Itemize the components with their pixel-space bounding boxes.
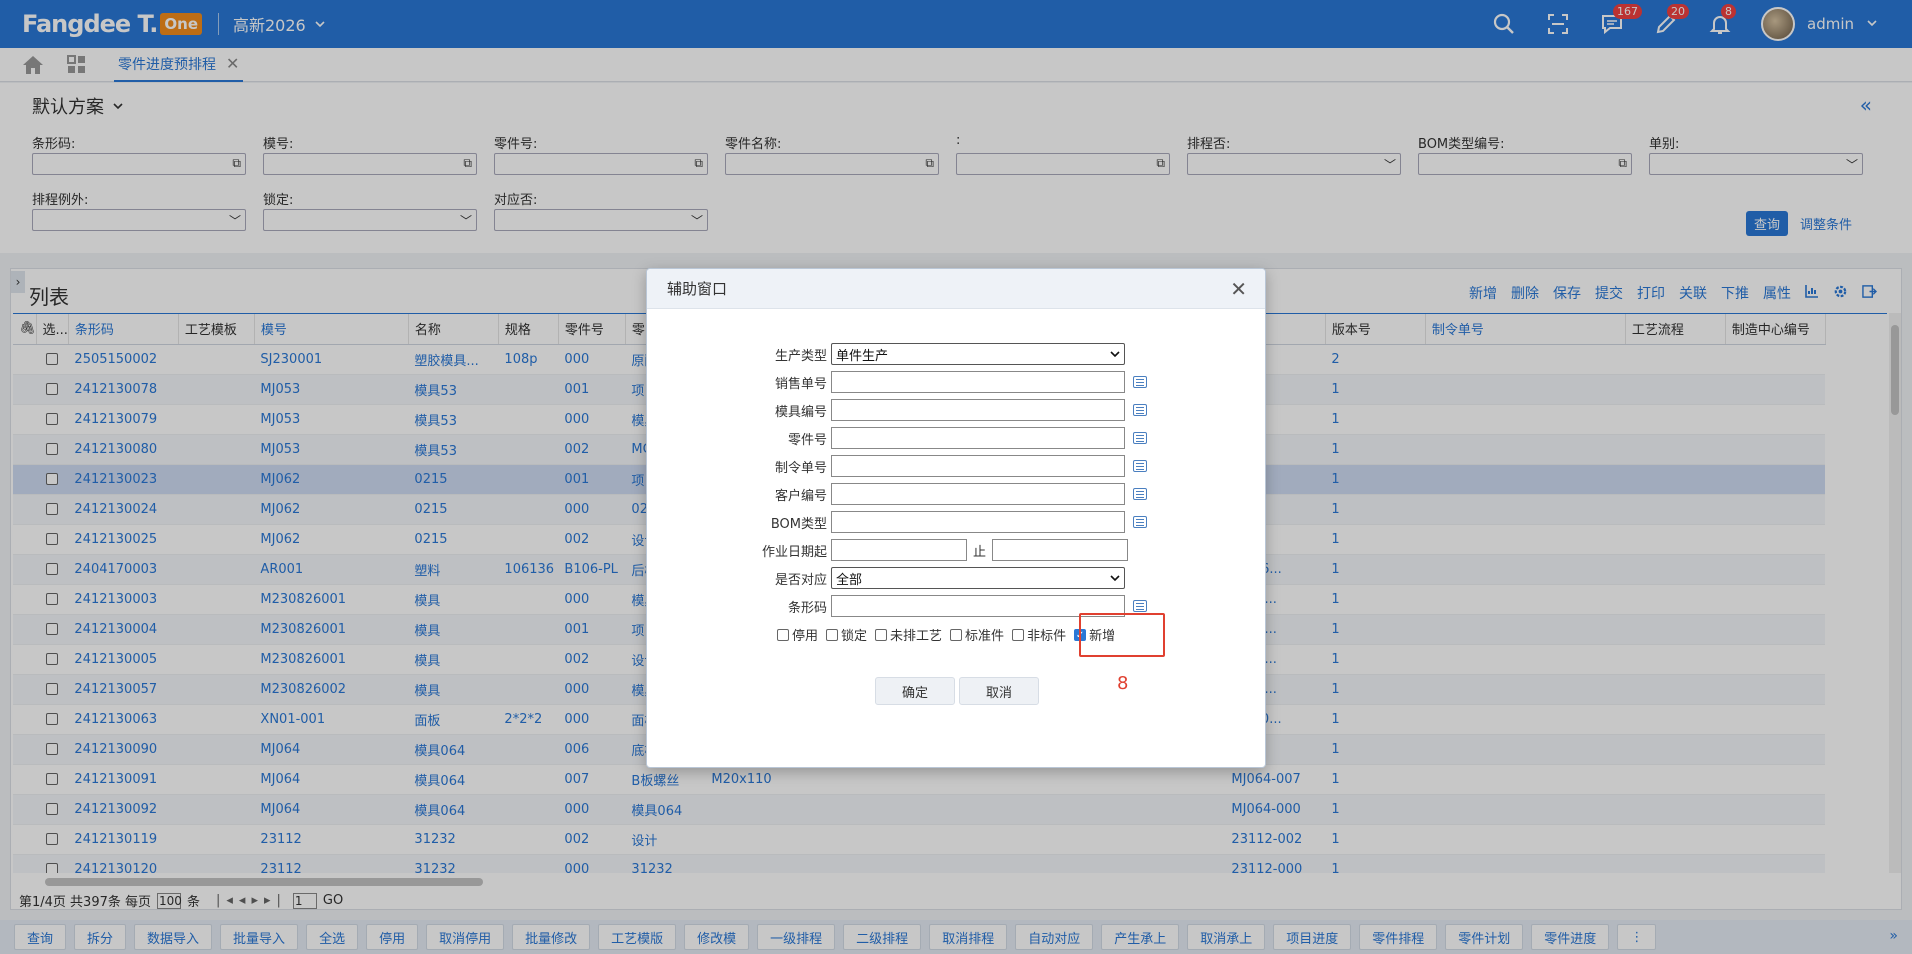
date-start-input[interactable] <box>831 539 967 561</box>
row-bom-type: BOM类型 <box>697 511 1147 533</box>
check-label: 标准件 <box>965 629 1005 644</box>
check-label: 停用 <box>792 629 819 644</box>
work-order-input[interactable] <box>831 455 1125 477</box>
checkbox[interactable] <box>875 628 888 641</box>
is-matched-select[interactable]: 全部 <box>831 567 1125 589</box>
checkbox[interactable] <box>777 628 789 641</box>
label-barcode: 条形码 <box>787 600 827 616</box>
checkbox[interactable] <box>1012 628 1025 641</box>
row-sales-order: 销售单号 <box>697 371 1147 393</box>
annotation-number: 8 <box>1117 673 1129 694</box>
check-no-process[interactable]: 未排工艺 <box>875 625 942 644</box>
label-sales-order: 销售单号 <box>774 376 827 392</box>
label-bom-type: BOM类型 <box>770 516 827 532</box>
check-disabled[interactable]: 停用 <box>777 625 818 644</box>
label-work-date: 作业日期起 <box>761 544 827 560</box>
option-checkboxes: 停用 锁定 未排工艺 标准件 非标件 ✓ 新增 <box>777 625 1115 644</box>
checkbox[interactable] <box>950 628 963 641</box>
label-work-order: 制令单号 <box>774 460 827 476</box>
label-part-no: 零件号 <box>787 432 827 448</box>
cancel-button[interactable]: 取消 <box>959 677 1039 705</box>
checkbox[interactable] <box>826 628 839 641</box>
production-type-select[interactable]: 单件生产 <box>831 343 1125 365</box>
check-locked[interactable]: 锁定 <box>826 625 867 644</box>
row-is-matched: 是否对应 全部 <box>697 567 1125 589</box>
row-part-no: 零件号 <box>697 427 1147 449</box>
date-separator: 止 <box>973 544 987 560</box>
list-picker-icon[interactable] <box>1133 460 1147 472</box>
check-label: 非标件 <box>1027 629 1067 644</box>
label-is-matched: 是否对应 <box>774 572 827 588</box>
customer-code-input[interactable] <box>831 483 1125 505</box>
check-label: 未排工艺 <box>890 629 943 644</box>
confirm-button[interactable]: 确定 <box>875 677 955 705</box>
row-customer-code: 客户编号 <box>697 483 1147 505</box>
label-mold-code: 模具编号 <box>774 404 827 420</box>
date-end-input[interactable] <box>992 539 1129 561</box>
list-picker-icon[interactable] <box>1133 432 1147 444</box>
production-type-value: 单件生产 <box>836 348 889 364</box>
highlight-box <box>1079 613 1165 657</box>
close-icon[interactable]: ✕ <box>1230 277 1247 301</box>
sales-order-input[interactable] <box>831 371 1125 393</box>
chevron-down-icon <box>1110 575 1120 582</box>
row-work-order: 制令单号 <box>697 455 1147 477</box>
row-work-date: 作业日期起 止 <box>697 539 1129 561</box>
label-production-type: 生产类型 <box>774 348 827 364</box>
check-standard-part[interactable]: 标准件 <box>950 625 1004 644</box>
list-picker-icon[interactable] <box>1133 488 1147 500</box>
list-picker-icon[interactable] <box>1133 600 1147 612</box>
check-label: 锁定 <box>841 629 868 644</box>
mold-code-input[interactable] <box>831 399 1125 421</box>
list-picker-icon[interactable] <box>1133 376 1147 388</box>
list-picker-icon[interactable] <box>1133 404 1147 416</box>
dialog-header: 辅助窗口 <box>647 269 1265 309</box>
chevron-down-icon <box>1110 351 1120 358</box>
dialog-title: 辅助窗口 <box>667 280 728 298</box>
is-matched-value: 全部 <box>836 572 863 588</box>
bom-type-input[interactable] <box>831 511 1125 533</box>
row-mold-code: 模具编号 <box>697 399 1147 421</box>
row-production-type: 生产类型 单件生产 <box>697 343 1125 365</box>
part-no-input[interactable] <box>831 427 1125 449</box>
list-picker-icon[interactable] <box>1133 516 1147 528</box>
label-customer-code: 客户编号 <box>774 488 827 504</box>
helper-dialog: 辅助窗口 ✕ 生产类型 单件生产 销售单号 模具编号 零件号 制令单号 客户编号… <box>646 268 1266 768</box>
check-nonstandard-part[interactable]: 非标件 <box>1012 625 1066 644</box>
